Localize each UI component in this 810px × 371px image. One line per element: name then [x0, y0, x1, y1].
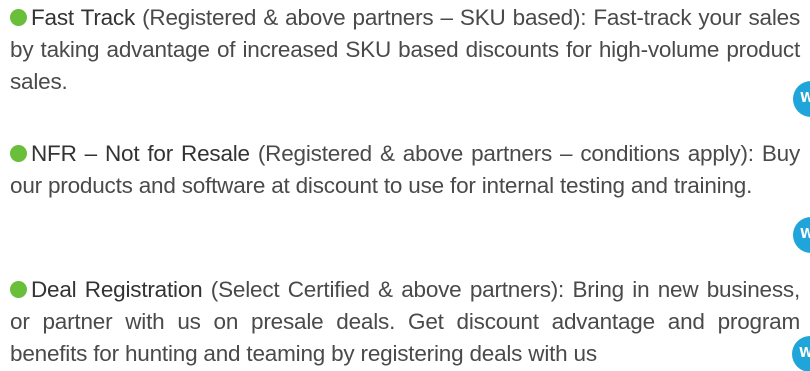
benefit-item-fast-track: Fast Track (Registered & above partners … — [10, 2, 800, 98]
benefit-title: Deal Registration — [31, 277, 203, 302]
web-badge-icon[interactable]: WEB — [793, 217, 810, 253]
benefit-item-deal-registration: Deal Registration (Select Certified & ab… — [10, 274, 800, 370]
green-bullet-icon — [10, 145, 27, 162]
benefit-title: NFR – Not for Resale — [31, 141, 250, 166]
green-bullet-icon — [10, 9, 27, 26]
green-bullet-icon — [10, 281, 27, 298]
benefit-title: Fast Track — [31, 5, 136, 30]
benefit-item-nfr: NFR – Not for Resale (Registered & above… — [10, 138, 800, 202]
